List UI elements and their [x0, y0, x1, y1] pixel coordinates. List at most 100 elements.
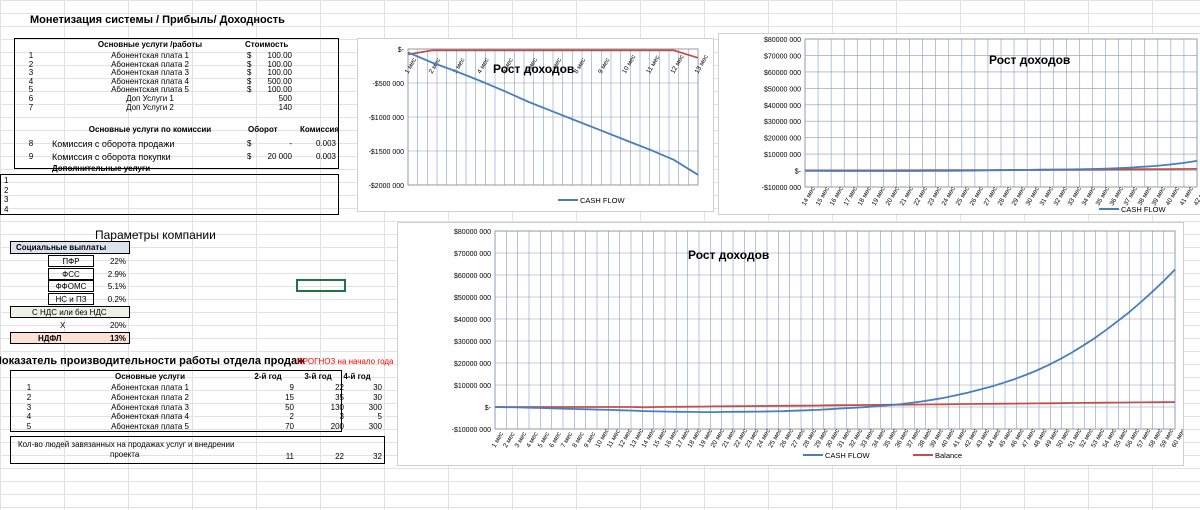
forecast-note: ПРОГНОЗ на начало года — [297, 357, 394, 366]
commission-name: Комиссия с оборота продажи — [52, 139, 175, 149]
extra-services-box — [0, 174, 339, 215]
prod-value-2: 50 — [285, 402, 294, 412]
prod-value-4: 30 — [373, 392, 382, 402]
y-tick-label: $- — [795, 169, 802, 176]
service-currency: $ — [247, 85, 252, 95]
prod-value-4: 300 — [368, 402, 382, 412]
legend-label: CASH FLOW — [825, 451, 871, 460]
prod-value-3: 130 — [330, 402, 344, 412]
social-label: ФФОМС — [55, 282, 87, 292]
chart-title: Рост доходов — [493, 62, 574, 76]
year-header-2: 2-й год — [254, 372, 282, 381]
people-label-2: проекта — [110, 450, 140, 459]
chart-2-svg: $80000 000 $70000 000 $60000 000 $50000 000… — [762, 37, 1200, 214]
prod-name: Абонентская плата 3 — [111, 402, 189, 412]
y-tick-label: $50000 000 — [454, 295, 491, 302]
y-tick-label: -$500 000 — [372, 81, 404, 88]
social-header: Социальные выплаты — [16, 243, 107, 252]
prod-value-2: 9 — [289, 383, 294, 392]
prod-name: Абонентская плата 2 — [111, 392, 189, 402]
extra-num: 4 — [4, 204, 9, 214]
prod-num: 1 — [26, 383, 32, 392]
y-tick-label: -$2000 000 — [369, 183, 405, 190]
prod-value-4: 5 — [377, 412, 382, 422]
prod-name: Абонентская плата 4 — [111, 412, 189, 422]
vat-value: 20% — [109, 321, 126, 330]
prod-value-3: 3 — [339, 412, 344, 422]
y-tick-label: $80000 000 — [764, 37, 801, 44]
chart-2[interactable]: $80000 000 $70000 000 $60000 000 $50000 000… — [718, 33, 1200, 215]
y-tick-label: -$10000 000 — [452, 427, 491, 434]
people-value-2: 11 — [285, 452, 294, 461]
commission-num: 8 — [28, 139, 34, 148]
commission-rate: 0.003 — [315, 152, 336, 161]
commission-rate: 0.003 — [315, 139, 336, 148]
prod-value-4: 30 — [373, 383, 382, 392]
y-tick-label: $10000 000 — [764, 152, 801, 159]
y-tick-label: $60000 000 — [764, 70, 801, 77]
prod-num: 2 — [26, 392, 32, 402]
social-label: НС и ПЗ — [55, 295, 87, 305]
y-tick-label: $20000 000 — [764, 136, 801, 143]
vat-label: Х — [60, 321, 66, 330]
y-tick-label: $30000 000 — [764, 119, 801, 126]
y-tick-label: $80000 000 — [454, 229, 491, 236]
extra-num: 3 — [4, 195, 9, 204]
y-tick-label: -$10000 000 — [762, 185, 801, 192]
prod-value-3: 200 — [330, 422, 344, 432]
y-tick-label: $40000 000 — [764, 103, 801, 110]
commission-header: Основные услуги по комиссии — [88, 125, 212, 134]
prod-value-2: 70 — [285, 422, 294, 432]
turnover-header: Оборот — [248, 125, 278, 134]
sheet-title: Монетизация системы / Прибыль/ Доходност… — [30, 14, 285, 26]
y-tick-label: $30000 000 — [454, 339, 491, 346]
y-tick-label: $70000 000 — [454, 251, 491, 258]
prod-num: 5 — [26, 422, 32, 432]
commission-currency: $ — [247, 139, 252, 148]
company-params-title: Параметры компании — [95, 228, 216, 242]
y-tick-label: $60000 000 — [454, 273, 491, 280]
social-value: 22% — [109, 257, 126, 266]
people-value-4: 32 — [373, 452, 382, 461]
productivity-title: Показатель производительности работы отд… — [0, 355, 305, 367]
extra-num: 1 — [4, 176, 9, 185]
legend-label: CASH FLOW — [580, 196, 626, 205]
prod-name: Абонентская плата 1 — [111, 383, 189, 392]
legend-label: Balance — [935, 451, 962, 460]
commission-turnover: 20 000 — [267, 152, 292, 161]
y-tick-label: -$1000 000 — [369, 115, 405, 122]
social-label: ФСС — [62, 269, 80, 279]
y-tick-label: -$1500 000 — [369, 149, 405, 156]
selected-cell[interactable] — [296, 279, 346, 292]
service-name: Доп Услуги 2 — [126, 102, 174, 112]
extra-services-header: Дополнительные услуги — [52, 164, 151, 173]
social-value: 0.2% — [107, 295, 126, 305]
y-tick-label: $- — [398, 47, 405, 54]
services-header-cost: Стоимость — [245, 40, 289, 49]
commission-currency: $ — [247, 152, 252, 161]
year-header-4: 4-й год — [343, 372, 371, 381]
y-tick-label: $70000 000 — [764, 53, 801, 60]
commission-name: Комиссия с оборота покупки — [52, 152, 171, 162]
prod-value-3: 35 — [335, 392, 344, 402]
extra-num: 2 — [4, 185, 9, 195]
ndfl-value: 13% — [109, 334, 126, 343]
service-cost: 140 — [278, 102, 292, 112]
social-value: 2.9% — [107, 269, 126, 279]
chart-1[interactable]: $- -$500 000 -$1000 000 -$1500 000 -$2000 00… — [357, 38, 714, 212]
chart-title: Рост доходов — [688, 248, 769, 262]
people-value-3: 22 — [335, 452, 344, 461]
services-header-name: Основные услуги /работы — [97, 40, 203, 49]
service-num: 7 — [28, 102, 34, 112]
commission-turnover: - — [289, 139, 292, 148]
prod-value-2: 15 — [285, 392, 294, 402]
year-header-3: 3-й год — [304, 372, 332, 381]
prod-value-4: 300 — [368, 422, 382, 432]
social-label: ПФР — [62, 257, 80, 266]
y-tick-label: $20000 000 — [454, 361, 491, 368]
chart-3[interactable]: $80000 000 $70000 000 $60000 000 $50000 000… — [397, 222, 1187, 466]
chart-title: Рост доходов — [989, 53, 1070, 67]
ndfl-label: НДФЛ — [38, 334, 62, 343]
y-tick-label: $50000 000 — [764, 86, 801, 93]
x-tick-label: 42 мес — [1193, 185, 1200, 207]
